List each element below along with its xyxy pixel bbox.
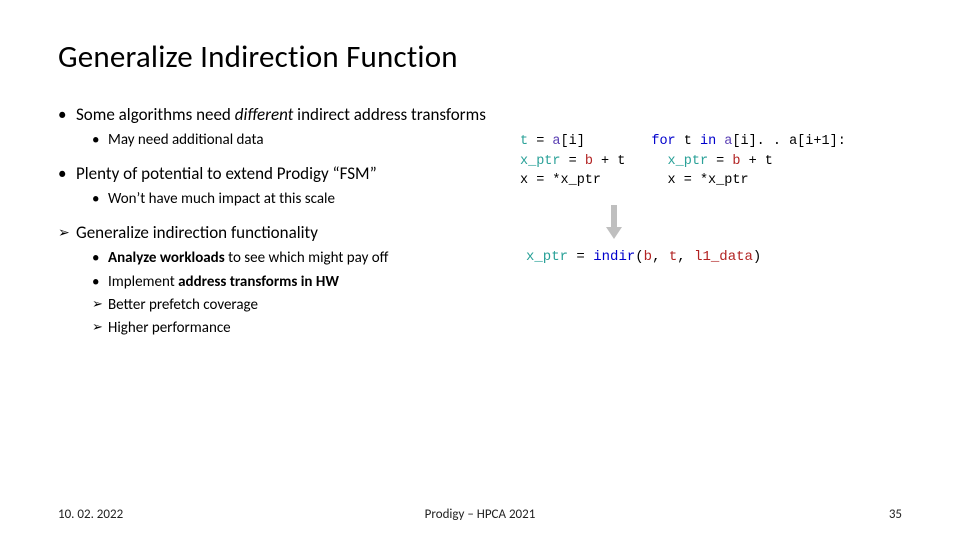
bullet-dot-icon (58, 163, 76, 186)
triangle-bullet-icon (92, 318, 108, 338)
down-arrow-icon (606, 205, 902, 239)
footer-center: Prodigy – HPCA 2021 (0, 507, 960, 522)
code-block-right: for t in a[i]. . a[i+1]: x_ptr = b + t x… (651, 132, 845, 191)
code-result: x_ptr = indir(b, t, l1_data) (526, 249, 902, 265)
bullet-3c: Better prefetch coverage (92, 295, 488, 315)
bullet-2a-text: Won’t have much impact at this scale (108, 189, 335, 209)
bullet-1-text: Some algorithms need different indirect … (76, 104, 486, 127)
bullet-2a: Won’t have much impact at this scale (92, 189, 488, 209)
bullet-3a: Analyze workloads to see which might pay… (92, 248, 488, 268)
bullet-3b: Implement address transforms in HW (92, 272, 488, 292)
bullet-3d: Higher performance (92, 318, 488, 338)
bullet-dot-icon (58, 104, 76, 127)
bullet-dot-icon (92, 130, 108, 150)
code-block-left: t = a[i] x_ptr = b + t x = *x_ptr (520, 132, 625, 191)
footer: 10. 02. 2022 Prodigy – HPCA 2021 35 (0, 507, 960, 522)
bullet-3d-text: Higher performance (108, 318, 231, 338)
bullet-3-text: Generalize indirection functionality (76, 222, 318, 245)
bullet-1a-text: May need additional data (108, 130, 264, 150)
bullet-1a: May need additional data (92, 130, 488, 150)
bullet-3a-text: Analyze workloads to see which might pay… (108, 248, 388, 268)
bullet-1: Some algorithms need different indirect … (58, 104, 488, 127)
bullet-2-text: Plenty of potential to extend Prodigy “F… (76, 163, 377, 186)
content-area: Some algorithms need different indirect … (58, 104, 902, 341)
slide-title: Generalize Indirection Function (58, 38, 902, 76)
bullet-2: Plenty of potential to extend Prodigy “F… (58, 163, 488, 186)
bullet-3b-text: Implement address transforms in HW (108, 272, 339, 292)
bullet-dot-icon (92, 248, 108, 268)
triangle-bullet-icon (58, 222, 76, 245)
bullet-dot-icon (92, 272, 108, 292)
bullet-3c-text: Better prefetch coverage (108, 295, 258, 315)
bullet-column: Some algorithms need different indirect … (58, 104, 488, 341)
bullet-3: Generalize indirection functionality (58, 222, 488, 245)
bullet-dot-icon (92, 189, 108, 209)
code-column: t = a[i] x_ptr = b + t x = *x_ptr for t … (488, 104, 902, 341)
triangle-bullet-icon (92, 295, 108, 315)
